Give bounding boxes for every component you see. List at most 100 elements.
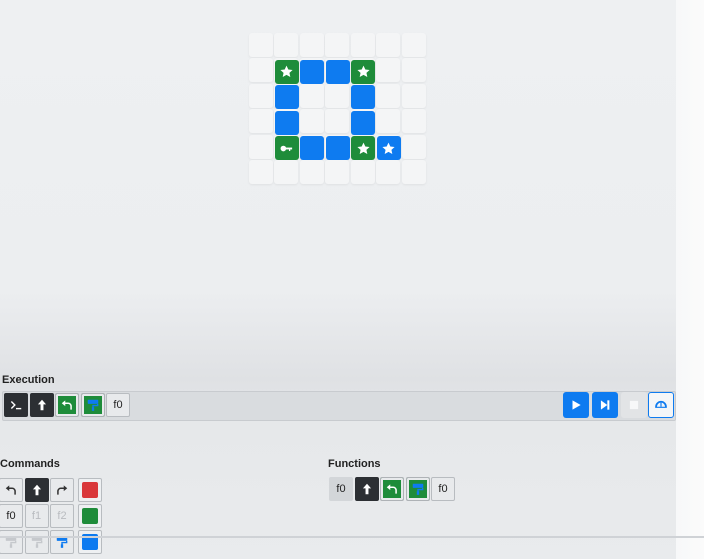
floor-cell	[350, 32, 375, 57]
floor-cell	[376, 58, 400, 82]
turn-left-icon	[60, 398, 74, 412]
function-f2-cell[interactable]: f2	[50, 504, 74, 528]
floor-cell	[274, 160, 298, 184]
green-tile	[351, 59, 375, 84]
paint-icon	[86, 398, 100, 412]
floor-cell	[325, 160, 349, 184]
floor-cell	[325, 83, 349, 108]
turn-right-cell[interactable]	[50, 478, 74, 502]
forward-arrow-cell[interactable]	[354, 477, 379, 501]
turn-right-icon	[55, 483, 69, 497]
floor-cell	[325, 32, 349, 57]
cell-label: f0	[336, 483, 346, 495]
cell-label: f2	[57, 510, 67, 522]
turn-left-icon	[4, 483, 18, 497]
cell-label: f0	[438, 483, 448, 495]
blue-tile	[300, 59, 324, 84]
step-icon	[598, 398, 612, 412]
turn-left-cell[interactable]	[380, 477, 404, 501]
paint-icon	[411, 482, 425, 496]
speed-button[interactable]	[648, 392, 674, 418]
paint-cell[interactable]	[405, 477, 430, 501]
green-color-swatch[interactable]	[78, 504, 102, 528]
floor-cell	[248, 58, 273, 82]
forward-arrow-icon	[35, 398, 49, 412]
floor-cell	[299, 83, 324, 108]
blue-tile	[274, 110, 299, 135]
paint-cell[interactable]	[24, 530, 49, 554]
floor-cell	[248, 160, 273, 184]
green-tile	[274, 136, 299, 160]
swatch-fill	[82, 482, 98, 498]
blue-tile	[325, 136, 350, 160]
blue-tile	[351, 85, 375, 109]
turn-left-icon	[385, 482, 399, 496]
paint-cell[interactable]	[50, 530, 74, 554]
floor-cell	[248, 32, 273, 57]
forward-arrow-icon	[30, 483, 44, 497]
forward-arrow-cell[interactable]	[24, 478, 49, 502]
floor-cell	[299, 160, 324, 184]
blue-tile	[376, 136, 401, 160]
swatch-fill	[82, 508, 98, 524]
green-tile	[274, 59, 299, 84]
floor-cell	[299, 32, 324, 57]
floor-cell	[350, 160, 375, 184]
game-board	[248, 32, 428, 200]
paint-cell[interactable]	[0, 530, 23, 554]
blue-tile	[300, 136, 324, 160]
execution-label: Execution	[2, 374, 55, 386]
speed-icon	[654, 398, 668, 412]
terminal-icon	[9, 398, 23, 412]
turn-left-cell[interactable]	[0, 478, 23, 502]
floor-cell	[401, 109, 426, 133]
blue-tile	[325, 59, 350, 84]
floor-cell	[248, 134, 273, 159]
floor-cell	[376, 109, 400, 133]
cell-label: f1	[31, 510, 42, 522]
step-button[interactable]	[592, 392, 618, 418]
cell-label: f0	[113, 399, 123, 411]
execution-bar: f0	[2, 391, 676, 421]
floor-cell	[376, 83, 400, 108]
floor-cell	[401, 160, 426, 184]
star-icon	[279, 64, 294, 79]
blue-color-swatch[interactable]	[78, 530, 102, 554]
functions-label: Functions	[328, 458, 381, 470]
forward-arrow-icon	[360, 482, 374, 496]
floor-cell	[299, 109, 324, 133]
cell-label: f0	[6, 510, 16, 522]
floor-cell	[401, 83, 426, 108]
robot-arrow-icon	[279, 141, 294, 156]
right-panel-edge	[676, 0, 704, 559]
floor-cell	[274, 32, 298, 57]
floor-cell	[376, 160, 400, 184]
function-f0-cell[interactable]: f0	[106, 393, 130, 417]
floor-cell	[248, 109, 273, 133]
blue-tile	[351, 110, 375, 135]
divider	[0, 536, 704, 538]
green-tile	[351, 136, 375, 160]
floor-cell	[401, 134, 426, 159]
forward-arrow-cell[interactable]	[29, 393, 54, 417]
turn-left-cell[interactable]	[55, 393, 79, 417]
function-f1-cell[interactable]: f1	[24, 504, 49, 528]
floor-cell	[401, 58, 426, 82]
star-icon	[356, 141, 371, 156]
commands-label: Commands	[0, 458, 60, 470]
floor-cell	[325, 109, 349, 133]
floor-cell	[376, 32, 400, 57]
star-icon	[356, 64, 371, 79]
function-f0-cell[interactable]: f0	[0, 504, 23, 528]
stop-button[interactable]	[621, 392, 647, 418]
terminal-cell[interactable]	[4, 393, 28, 417]
function-f0-cell[interactable]: f0	[431, 477, 455, 501]
function-f0-cell[interactable]: f0	[329, 477, 353, 501]
paint-cell[interactable]	[80, 393, 105, 417]
red-color-swatch[interactable]	[78, 478, 102, 502]
star-icon	[381, 141, 396, 156]
play-icon	[569, 398, 583, 412]
blue-tile	[274, 85, 299, 109]
floor-cell	[401, 32, 426, 57]
play-button[interactable]	[563, 392, 589, 418]
